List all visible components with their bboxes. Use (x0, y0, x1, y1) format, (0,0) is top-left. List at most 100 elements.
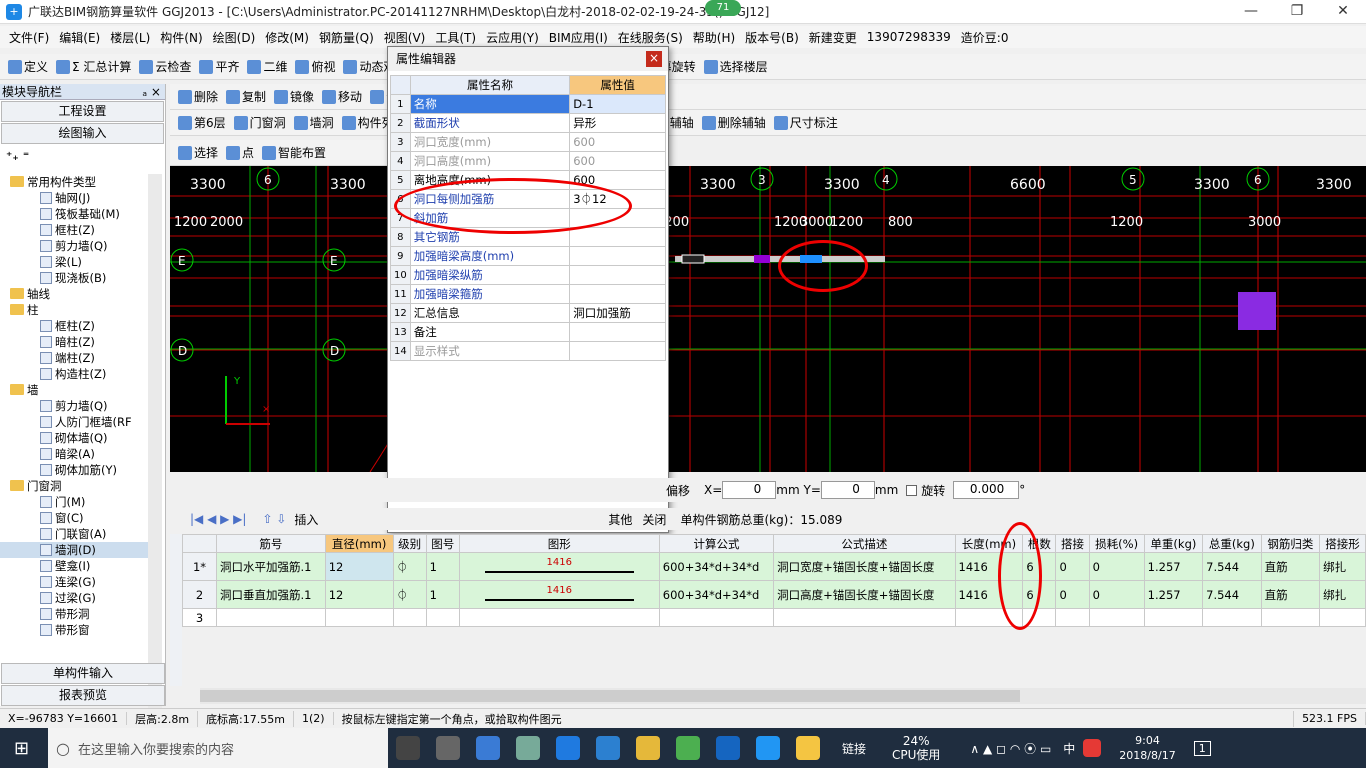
toolbar3-btn-1[interactable]: 门窗洞 (230, 114, 290, 131)
property-value[interactable]: 异形 (569, 113, 666, 133)
clock[interactable]: 9:04 2018/8/17 (1119, 733, 1175, 763)
toolbar2-btn-2[interactable]: 镜像 (270, 88, 318, 105)
property-value[interactable] (569, 265, 666, 285)
tree-item[interactable]: 砌体墙(Q) (0, 430, 148, 446)
menu-item-13[interactable]: 版本号(B) (740, 29, 804, 46)
property-value[interactable] (569, 322, 666, 342)
menu-item-0[interactable]: 文件(F) (4, 29, 54, 46)
toolbar3-btn-2[interactable]: 墙洞 (290, 114, 338, 131)
close-button[interactable]: ✕ (1320, 0, 1366, 24)
move-arrows-icon[interactable]: ⇧ ⇩ (262, 512, 286, 526)
file-explorer-icon[interactable] (636, 736, 660, 760)
tree-item[interactable]: 门窗洞 (0, 478, 148, 494)
notification-center-icon[interactable]: 1 (1193, 740, 1211, 756)
property-row[interactable]: 12 汇总信息 洞口加强筋 (390, 303, 666, 323)
grid-empty-cell[interactable] (658, 608, 775, 627)
maximize-button[interactable]: ❐ (1274, 0, 1320, 24)
grid-col-11[interactable]: 单重(kg) (1143, 534, 1204, 553)
tree-item[interactable]: 人防门框墙(RF (0, 414, 148, 430)
toolbar1-btn-2[interactable]: 云检查 (135, 58, 195, 75)
minimize-button[interactable]: — (1228, 0, 1274, 24)
dialog-close-button[interactable]: × (646, 51, 662, 67)
project-settings-button[interactable]: 工程设置 (1, 101, 164, 122)
toolbar1-btn-1[interactable]: Σ 汇总计算 (52, 58, 135, 75)
grid-cell-lapt[interactable]: 绑扎 (1319, 580, 1366, 609)
grid-col-10[interactable]: 损耗(%) (1088, 534, 1145, 553)
tree-item[interactable]: 框柱(Z) (0, 222, 148, 238)
grid-row[interactable]: 1* 洞口水平加强筋.1 12 ⏀ 1 1416 600+34*d+34*d 洞口宽度+锚固长… (182, 552, 1366, 581)
grid-cell-name[interactable]: 洞口垂直加强筋.1 (216, 580, 326, 609)
nav-pin-close-icon[interactable]: ₐ × (142, 84, 165, 100)
tree-item[interactable]: 梁(L) (0, 254, 148, 270)
tree-item[interactable]: 门联窗(A) (0, 526, 148, 542)
grid-cell-grade[interactable]: ⏀ (392, 552, 427, 581)
grid-empty-cell[interactable] (1088, 608, 1145, 627)
grid-col-1[interactable]: 直径(mm) (324, 534, 394, 553)
toolbar1-btn-12[interactable]: 选择楼层 (700, 58, 772, 75)
toolbar3-btn-10[interactable]: 尺寸标注 (770, 114, 842, 131)
property-value[interactable]: 600 (569, 151, 666, 171)
grid-row-empty[interactable]: 3 (182, 608, 1366, 627)
ie-alt-icon[interactable] (596, 736, 620, 760)
tree-item[interactable]: 连梁(G) (0, 574, 148, 590)
tree-item[interactable]: 过梁(G) (0, 590, 148, 606)
cad-drawing[interactable]: 3300 3300 3300 3300 6600 3300 33006 3 4 5 61200 200… (170, 166, 1366, 472)
grid-col-0[interactable]: 筋号 (216, 534, 326, 553)
toolbar2-btn-3[interactable]: 移动 (318, 88, 366, 105)
menu-item-15[interactable]: 13907298339 (862, 30, 956, 44)
ie-browser-icon[interactable] (476, 736, 500, 760)
grid-cell-formula[interactable]: 600+34*d+34*d (658, 580, 775, 609)
grid-col-9[interactable]: 搭接 (1055, 534, 1090, 553)
tree-item[interactable]: 筏板基础(M) (0, 206, 148, 222)
menu-item-6[interactable]: 钢筋量(Q) (314, 29, 379, 46)
grid-col-14[interactable]: 搭接形 (1319, 534, 1366, 553)
tree-item[interactable]: 轴网(J) (0, 190, 148, 206)
offset-dropdown[interactable]: 偏移 (666, 482, 690, 499)
property-row[interactable]: 3 洞口宽度(mm) 600 (390, 132, 666, 152)
tree-item[interactable]: 暗梁(A) (0, 446, 148, 462)
notes-app-icon[interactable] (796, 736, 820, 760)
grid-cell-lap[interactable]: 0 (1055, 580, 1090, 609)
single-component-input-button[interactable]: 单构件输入 (1, 663, 165, 684)
property-row[interactable]: 9 加强暗梁高度(mm) (390, 246, 666, 266)
grid-cell-loss[interactable]: 0 (1088, 552, 1145, 581)
grid-col-6[interactable]: 公式描述 (773, 534, 956, 553)
toolbar3-btn-9[interactable]: 删除辅轴 (698, 114, 770, 131)
sogou-ime-icon[interactable] (1083, 739, 1102, 757)
tree-item[interactable]: 轴线 (0, 286, 148, 302)
menu-item-3[interactable]: 构件(N) (155, 29, 207, 46)
grid-cell-shape[interactable]: 1416 (458, 552, 660, 581)
tree-item[interactable]: 墙 (0, 382, 148, 398)
close-rebar-button[interactable]: 关闭 (642, 511, 666, 528)
menu-item-11[interactable]: 在线服务(S) (613, 29, 688, 46)
start-windows-icon[interactable]: ⊞ (14, 738, 29, 759)
property-value[interactable] (569, 284, 666, 304)
menu-item-16[interactable]: 造价豆:0 (956, 29, 1014, 46)
y-offset-input[interactable]: 0 (820, 481, 875, 499)
grid-cell-dia[interactable]: 12 (324, 552, 394, 581)
grid-empty-cell[interactable] (1319, 608, 1366, 627)
property-value[interactable] (569, 246, 666, 266)
toolbar3-btn-0[interactable]: 第6层 (174, 114, 230, 131)
grid-cell-total[interactable]: 7.544 (1202, 580, 1262, 609)
grid-col-3[interactable]: 图号 (425, 534, 460, 553)
notification-badge[interactable]: 71 (705, 0, 741, 16)
scroll-thumb[interactable] (200, 690, 1020, 702)
grid-empty-cell[interactable] (425, 608, 460, 627)
toolbar2-btn-0[interactable]: 删除 (174, 88, 222, 105)
grid-col-12[interactable]: 总重(kg) (1202, 534, 1262, 553)
tree-item[interactable]: 框柱(Z) (0, 318, 148, 334)
grid-empty-cell[interactable] (1202, 608, 1262, 627)
grid-cell-unit[interactable]: 1.257 (1143, 580, 1204, 609)
x-offset-input[interactable]: 0 (722, 481, 777, 499)
report-preview-button[interactable]: 报表预览 (1, 685, 165, 706)
grid-empty-cell[interactable] (458, 608, 660, 627)
tree-item[interactable]: 壁龛(I) (0, 558, 148, 574)
taskbar-search-box[interactable]: ○ 在这里输入你要搜索的内容 (48, 728, 388, 768)
menu-item-4[interactable]: 绘图(D) (208, 29, 261, 46)
grid-cell-shape[interactable]: 1416 (458, 580, 660, 609)
grid-empty-cell[interactable] (1143, 608, 1204, 627)
tree-item[interactable]: 端柱(Z) (0, 350, 148, 366)
grid-cell-unit[interactable]: 1.257 (1143, 552, 1204, 581)
toolbar4-btn-0[interactable]: 选择 (174, 144, 222, 161)
